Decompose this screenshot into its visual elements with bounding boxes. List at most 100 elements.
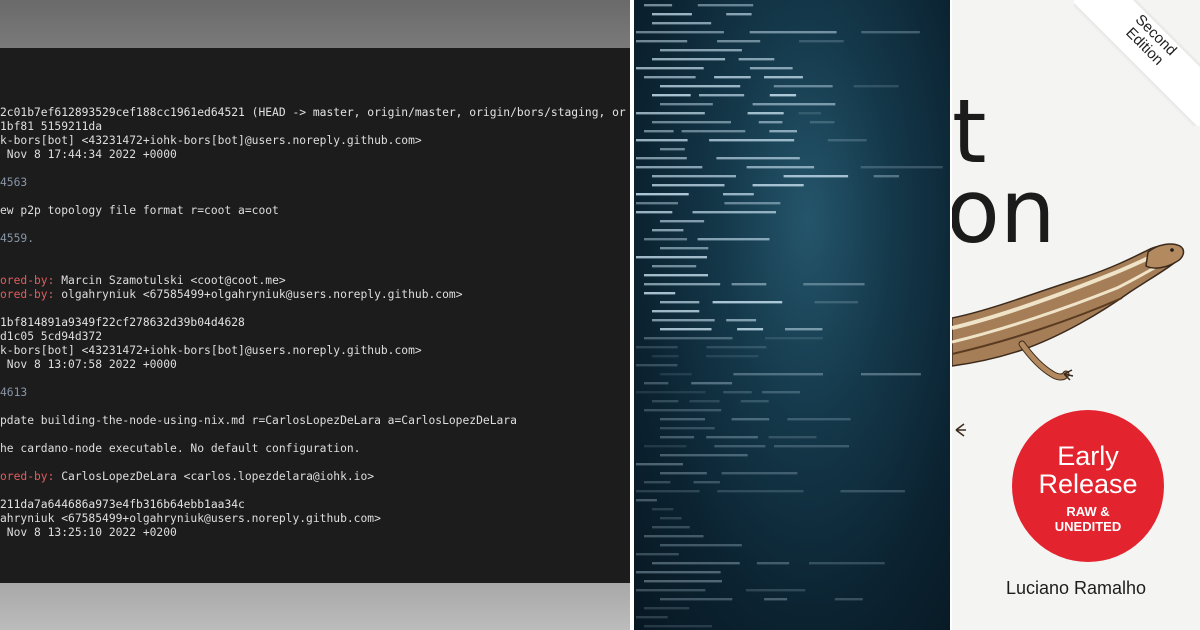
code-line-mark	[636, 346, 678, 349]
code-line-mark	[652, 310, 700, 313]
code-line-mark	[644, 337, 733, 340]
co-author-value: Marcin Szamotulski <coot@coot.me>	[54, 274, 286, 287]
code-line-mark	[764, 76, 803, 79]
code-line-mark	[733, 373, 823, 376]
code-line-mark	[636, 139, 688, 142]
code-line-mark	[636, 166, 703, 169]
co-authored-label: ored-by:	[0, 288, 55, 301]
code-line-mark	[660, 454, 748, 457]
code-line-mark	[746, 166, 815, 169]
code-line-mark	[809, 562, 885, 565]
code-line-mark	[724, 202, 781, 205]
code-line-mark	[636, 67, 704, 70]
code-line-mark	[636, 463, 683, 466]
code-line-mark	[738, 58, 775, 61]
code-line-mark	[652, 355, 679, 358]
code-line-mark	[834, 598, 863, 601]
code-line-mark	[749, 31, 837, 34]
code-line-mark	[803, 283, 865, 286]
code-line-mark	[714, 445, 766, 448]
code-line-mark	[712, 301, 783, 304]
code-line-mark	[764, 598, 788, 601]
code-line-mark	[773, 85, 833, 88]
code-line-mark	[769, 94, 797, 97]
code-line-mark	[660, 418, 705, 421]
code-line-mark	[652, 229, 684, 232]
code-line-mark	[652, 508, 674, 511]
git-log-output: 2c01b7ef612893529cef188cc1961ed64521 (HE…	[0, 106, 630, 540]
code-line-mark	[644, 292, 676, 295]
code-line-mark	[853, 85, 899, 88]
code-line-mark	[762, 391, 801, 394]
code-line-mark	[652, 400, 679, 403]
code-line-mark	[660, 517, 682, 520]
code-line-mark	[692, 211, 776, 214]
code-line-mark	[783, 175, 849, 178]
code-line-mark	[636, 193, 689, 196]
terminal-line: Nov 8 17:44:34 2022 +0000	[0, 148, 177, 161]
code-line-mark	[660, 436, 695, 439]
code-line-mark	[652, 319, 715, 322]
terminal-line: 1bf81 5159211da	[0, 120, 103, 133]
terminal-line: 4563	[0, 176, 28, 189]
code-line-mark	[652, 526, 690, 529]
code-line-mark	[652, 175, 736, 178]
code-line-mark	[827, 139, 867, 142]
code-line-mark	[644, 283, 721, 286]
code-line-mark	[636, 256, 707, 259]
code-line-mark	[636, 553, 679, 556]
terminal-line: Nov 8 13:25:10 2022 +0200	[0, 526, 177, 539]
code-line-mark	[723, 391, 752, 394]
code-line-mark	[861, 31, 920, 34]
code-line-mark	[769, 130, 797, 133]
code-line-mark	[652, 121, 731, 124]
code-line-mark	[660, 85, 741, 88]
code-line-mark	[652, 184, 725, 187]
code-line-mark	[693, 481, 720, 484]
badge-title-line2: Release	[1038, 469, 1138, 499]
early-release-badge: Early Release RAW & UNEDITED	[1012, 410, 1164, 562]
terminal-screenshot-panel: 2c01b7ef612893529cef188cc1961ed64521 (HE…	[0, 0, 630, 630]
badge-title-line1: Early	[1057, 441, 1119, 471]
code-line-mark	[699, 94, 745, 97]
code-line-mark	[660, 373, 692, 376]
code-line-mark	[644, 130, 674, 133]
blurred-code-lines	[636, 4, 943, 628]
code-line-mark	[644, 4, 673, 7]
code-line-mark	[691, 382, 733, 385]
co-author-value: olgahryniuk <67585499+olgahryniuk@users.…	[54, 288, 463, 301]
code-line-mark	[652, 562, 740, 565]
code-line-mark	[644, 625, 713, 628]
code-line-mark	[636, 40, 688, 43]
code-line-mark	[660, 598, 733, 601]
code-line-mark	[636, 112, 705, 115]
code-line-mark	[860, 166, 943, 169]
code-line-mark	[636, 499, 657, 502]
code-line-mark	[723, 193, 754, 196]
terminal-line: 2c01b7ef612893529cef188cc1961ed64521 (HE…	[0, 106, 626, 119]
badge-subtitle-line1: RAW &	[1066, 504, 1110, 519]
terminal-line: Nov 8 13:07:58 2022 +0000	[0, 358, 177, 371]
terminal-line: ored-by: Marcin Szamotulski <coot@coot.m…	[0, 274, 630, 288]
window-backdrop-top	[0, 0, 630, 48]
terminal-window: 2c01b7ef612893529cef188cc1961ed64521 (HE…	[0, 48, 630, 583]
terminal-line: ew p2p topology file format r=coot a=coo…	[0, 204, 279, 217]
code-line-mark	[644, 535, 704, 538]
code-line-mark	[758, 121, 783, 124]
code-line-mark	[644, 607, 690, 610]
code-line-mark	[636, 31, 724, 34]
code-line-mark	[840, 490, 905, 493]
code-line-mark	[731, 283, 767, 286]
code-line-mark	[752, 103, 836, 106]
code-line-mark	[644, 481, 671, 484]
code-line-mark	[636, 157, 687, 160]
code-line-mark	[660, 247, 709, 250]
code-line-mark	[706, 355, 759, 358]
code-line-mark	[681, 130, 746, 133]
code-line-mark	[636, 364, 678, 367]
co-authored-label: ored-by:	[0, 470, 55, 483]
